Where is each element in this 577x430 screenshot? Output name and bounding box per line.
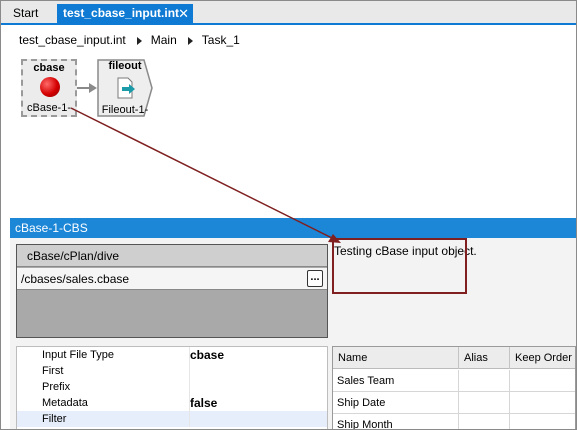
table-cell — [459, 392, 510, 414]
node-title: cbase — [33, 62, 65, 74]
property-name: First — [42, 365, 64, 377]
table-cell — [459, 414, 510, 429]
property-row[interactable]: Filter — [17, 411, 327, 427]
column-header-keep-order[interactable]: Keep Order — [510, 347, 575, 369]
table-row[interactable]: Ship Month — [333, 414, 575, 429]
tab-test-cbase-input[interactable]: test_cbase_input.int ✕ — [57, 4, 193, 23]
fileout-node[interactable]: fileout Fileout-1- — [97, 59, 153, 117]
table-header: Name Alias Keep Order — [333, 347, 575, 369]
panel-title: cBase-1-CBS — [10, 218, 576, 238]
grid-header: cBase/cPlan/dive — [17, 245, 327, 267]
divider — [189, 363, 190, 379]
property-row[interactable]: Input File Type cbase — [17, 347, 327, 363]
connector-arrow-icon — [89, 83, 97, 93]
property-name: Metadata — [42, 397, 88, 409]
app-window: Start test_cbase_input.int ✕ test_cbase_… — [0, 0, 577, 430]
table-cell: Ship Month — [333, 414, 459, 429]
table-cell — [510, 414, 575, 429]
table-cell: Sales Team — [333, 370, 459, 392]
fields-table: Name Alias Keep Order Sales Team Ship Da… — [332, 346, 576, 429]
table-cell — [459, 370, 510, 392]
callout-box — [332, 238, 467, 294]
path-grid: cBase/cPlan/dive /cbases/sales.cbase ... — [16, 244, 328, 338]
table-cell — [510, 370, 575, 392]
property-value: cbase — [190, 348, 225, 362]
breadcrumb: test_cbase_input.int Main Task_1 — [19, 32, 240, 48]
tab-label: test_cbase_input.int — [63, 6, 180, 20]
breadcrumb-item-main[interactable]: Main — [151, 32, 177, 48]
chevron-right-icon — [136, 36, 142, 45]
divider — [189, 379, 190, 395]
column-header-name[interactable]: Name — [333, 347, 459, 369]
property-row[interactable]: Prefix — [17, 379, 327, 395]
node-caption: Fileout-1- — [101, 104, 149, 116]
table-cell: Ship Date — [333, 392, 459, 414]
table-cell — [510, 392, 575, 414]
grid-row-path[interactable]: /cbases/sales.cbase ... — [17, 268, 327, 290]
property-grid: Input File Type cbase First Prefix Metad… — [16, 346, 328, 429]
cbase-node[interactable]: cbase cBase-1- — [21, 59, 77, 117]
red-ball-icon — [40, 77, 60, 97]
tab-bar: Start test_cbase_input.int ✕ — [1, 1, 576, 25]
close-icon[interactable]: ✕ — [178, 4, 189, 23]
tab-start[interactable]: Start — [7, 4, 44, 23]
node-title: fileout — [108, 60, 142, 72]
chevron-right-icon — [187, 36, 193, 45]
breadcrumb-item-file[interactable]: test_cbase_input.int — [19, 32, 126, 48]
table-row[interactable]: Ship Date — [333, 392, 575, 414]
property-name: Prefix — [42, 381, 71, 393]
table-row[interactable]: Sales Team — [333, 370, 575, 392]
property-row[interactable]: Metadata false — [17, 395, 327, 411]
breadcrumb-item-task[interactable]: Task_1 — [202, 32, 240, 48]
divider — [189, 411, 190, 427]
property-row[interactable]: First — [17, 363, 327, 379]
column-header-alias[interactable]: Alias — [459, 347, 510, 369]
property-name: Input File Type — [42, 349, 114, 361]
property-name: Filter — [42, 413, 67, 425]
file-arrow-icon — [117, 77, 135, 99]
property-value: false — [190, 396, 218, 410]
node-caption: cBase-1- — [26, 102, 72, 114]
browse-button[interactable]: ... — [307, 270, 323, 287]
path-value: /cbases/sales.cbase — [21, 272, 130, 286]
